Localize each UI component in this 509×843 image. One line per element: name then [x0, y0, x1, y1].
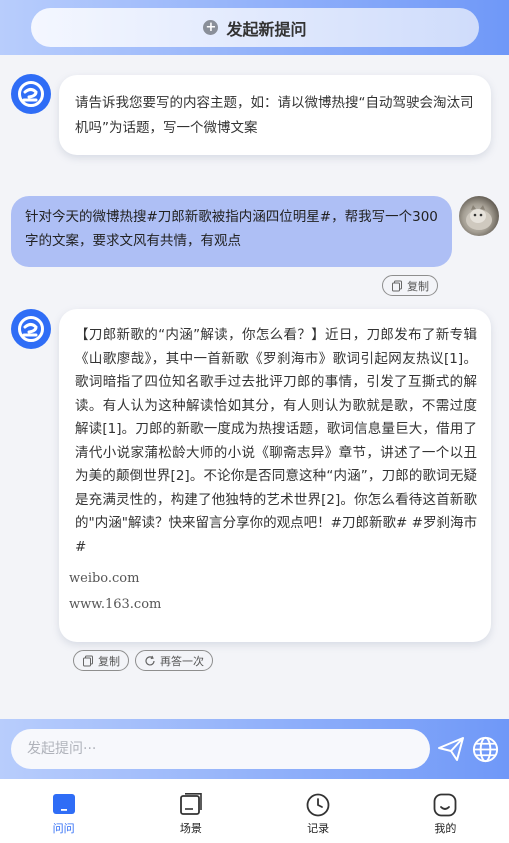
plus-icon: +	[203, 20, 219, 35]
source-link[interactable]: www.163.com	[69, 592, 477, 618]
refresh-icon	[145, 655, 155, 665]
cat-photo-icon	[466, 205, 492, 230]
nav-item-ask[interactable]: 问问	[0, 779, 127, 843]
new-question-label: 发起新提问	[226, 19, 307, 39]
bot-logo-icon	[18, 81, 44, 107]
scene-icon	[179, 793, 202, 815]
user-message: 针对今天的微博热搜#刀郎新歌被指内涵四位明星#，帮我写一个300字的文案，要求文…	[11, 196, 452, 267]
nav-label: 问问	[52, 822, 75, 835]
nav-label: 场景	[179, 822, 202, 835]
copy-icon	[392, 280, 402, 291]
chat-icon	[52, 794, 75, 814]
nav-label: 记录	[307, 822, 330, 835]
bot-answer-text: 【刀郎新歌的“内涵”解读，你怎么看？】近日，刀郎发布了新专辑《山歌廖哉》，其中一…	[75, 327, 477, 555]
bot-intro-text: 请告诉我您要写的内容主题，如：请以微博热搜“自动驾驶会淘汰司机吗”为话题，写一个…	[75, 95, 474, 136]
new-question-button[interactable]: + 发起新提问	[31, 8, 479, 47]
sources-list: weibo.com www.163.com	[69, 566, 477, 618]
copy-icon	[83, 655, 93, 666]
bot-intro-message: 请告诉我您要写的内容主题，如：请以微博热搜“自动驾驶会淘汰司机吗”为话题，写一个…	[59, 75, 491, 155]
clock-icon	[306, 793, 330, 817]
user-avatar	[459, 196, 499, 236]
nav-item-scenes[interactable]: 场景	[127, 779, 254, 843]
nav-item-history[interactable]: 记录	[255, 779, 382, 843]
copy-label: 复制	[98, 654, 120, 668]
regenerate-label: 再答一次	[160, 654, 204, 668]
top-bar: + 发起新提问	[0, 0, 509, 55]
copy-user-button[interactable]: 复制	[382, 275, 438, 296]
bottom-nav: 问问 场景 记录 我的	[0, 779, 509, 843]
globe-icon[interactable]	[471, 735, 500, 764]
bot-answer-message: 【刀郎新歌的“内涵”解读，你怎么看？】近日，刀郎发布了新专辑《山歌廖哉》，其中一…	[59, 309, 491, 642]
question-input[interactable]	[11, 729, 430, 769]
copy-label: 复制	[407, 279, 429, 293]
send-icon[interactable]	[436, 734, 466, 764]
regenerate-button[interactable]: 再答一次	[135, 650, 213, 671]
nav-item-mine[interactable]: 我的	[382, 779, 509, 843]
bot-avatar	[11, 74, 51, 114]
input-bar	[0, 719, 509, 779]
bot-logo-icon	[18, 316, 44, 342]
user-message-text: 针对今天的微博热搜#刀郎新歌被指内涵四位明星#，帮我写一个300字的文案，要求文…	[25, 209, 438, 249]
copy-answer-button[interactable]: 复制	[73, 650, 129, 671]
bot-avatar	[11, 309, 51, 349]
source-link[interactable]: weibo.com	[69, 566, 477, 592]
profile-icon	[433, 793, 457, 817]
nav-label: 我的	[434, 822, 457, 835]
